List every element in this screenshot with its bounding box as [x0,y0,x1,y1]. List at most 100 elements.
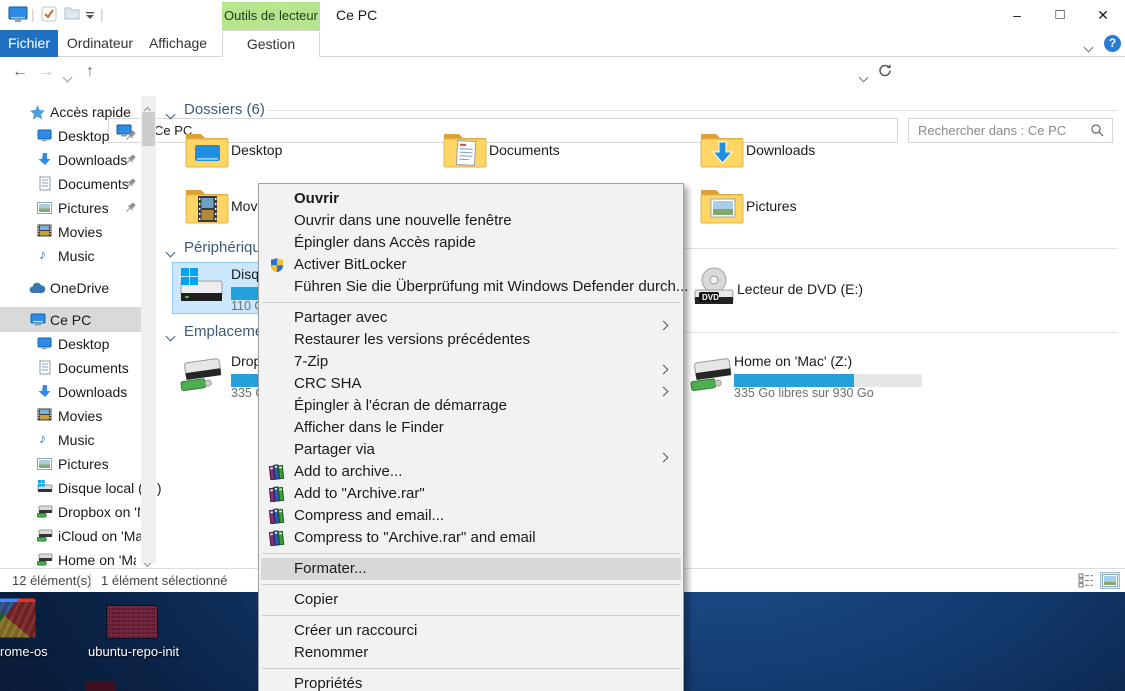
group-collapse-icon[interactable] [165,327,176,345]
folder-tile-downloads[interactable]: Downloads [695,128,945,174]
maximize-button[interactable]: □ [1038,0,1082,30]
minimize-button[interactable]: – [995,0,1039,30]
desktop-icon-ubuntu-repo-init[interactable]: ubuntu-repo-init [88,600,179,660]
sidebar-item-movies-pc[interactable]: Movies [0,404,140,428]
scrollbar-thumb[interactable] [142,112,155,146]
local-disk-icon [178,267,224,314]
desktop-icon-chrome-os[interactable]: rome-os [0,598,48,659]
menu-item-epingler-acces-rapide[interactable]: Épingler dans Accès rapide [261,232,681,254]
menu-separator [262,615,680,616]
refresh-icon[interactable] [878,63,892,83]
group-collapse-icon[interactable] [165,243,176,261]
menu-item-crc-sha[interactable]: CRC SHA [261,373,681,397]
sidebar-item-desktop-pc[interactable]: Desktop [0,332,140,356]
forward-icon[interactable]: → [38,63,54,81]
dvd-drive-icon: DVD [691,266,737,315]
drive-tile-dvd[interactable]: DVD Lecteur de DVD (E:) [686,263,936,313]
menu-item-ouvrir-nouvelle-fenetre[interactable]: Ouvrir dans une nouvelle fenêtre [261,210,681,232]
sidebar-item-local-disk-c[interactable]: Disque local (C:) [0,476,161,500]
up-icon[interactable]: ↑ [86,63,94,81]
sidebar-item-pictures[interactable]: Pictures [0,196,140,220]
close-button[interactable]: ✕ [1081,0,1125,30]
sidebar-item-pictures-pc[interactable]: Pictures [0,452,140,476]
qat-separator: | [100,6,104,22]
menu-item-renommer[interactable]: Renommer [261,642,681,664]
menu-item-partager-via[interactable]: Partager via [261,439,681,463]
back-icon[interactable]: ← [12,63,28,81]
menu-item-compress-rar-email[interactable]: Compress to "Archive.rar" and email [261,527,681,549]
menu-item-activer-bitlocker[interactable]: Activer BitLocker [261,254,681,276]
sidebar-item-ce-pc[interactable]: Ce PC [0,307,141,332]
sidebar-item-desktop[interactable]: Desktop [0,124,140,148]
tab-ordinateur[interactable]: Ordinateur [62,30,138,57]
expand-ribbon-icon[interactable] [1083,38,1094,56]
menu-item-formater[interactable]: Formater... [261,558,681,580]
address-dropdown-icon[interactable] [858,68,869,86]
qat-new-folder-button[interactable] [64,6,80,26]
sidebar-item-dropbox-drive[interactable]: Dropbox on 'Ma [0,500,140,524]
folder-tile-documents[interactable]: Documents [438,128,688,174]
menu-item-creer-raccourci[interactable]: Créer un raccourci [261,620,681,642]
pin-icon [124,201,137,217]
pictures-folder-icon [700,186,744,231]
drive-tile-home-mac[interactable]: Home on 'Mac' (Z:) 335 Go libres sur 930… [683,349,933,401]
folder-tile-pictures[interactable]: Pictures [695,184,945,230]
help-icon[interactable]: ? [1104,35,1121,52]
documents-folder-icon [443,130,487,175]
details-view-button[interactable] [1078,573,1094,591]
sidebar-item-quick-access[interactable]: Accès rapide [0,100,140,124]
uac-shield-icon [269,257,285,273]
menu-item-compress-email[interactable]: Compress and email... [261,505,681,527]
menu-item-partager-avec[interactable]: Partager avec [261,307,681,331]
desktop-icon [37,129,52,145]
music-icon: ♪ [39,430,46,446]
menu-item-add-to-archive[interactable]: Add to archive... [261,461,681,483]
sidebar-item-music[interactable]: ♪ Music [0,244,140,268]
menu-item-epingler-ecran-demarrage[interactable]: Épingler à l'écran de démarrage [261,395,681,417]
menu-item-add-to-archive-rar[interactable]: Add to "Archive.rar" [261,483,681,505]
menu-item-proprietes[interactable]: Propriétés [261,673,681,691]
menu-item-copier[interactable]: Copier [261,589,681,611]
sidebar-item-downloads[interactable]: Downloads [0,148,140,172]
context-menu: Ouvrir Ouvrir dans une nouvelle fenêtre … [258,183,688,691]
network-drive-icon [36,505,53,521]
recent-locations-icon[interactable] [62,68,73,86]
menu-item-ouvrir[interactable]: Ouvrir [261,188,681,210]
sidebar-item-onedrive[interactable]: OneDrive [0,276,140,300]
sidebar-item-documents-pc[interactable]: Documents [0,356,140,380]
sidebar-scrollbar[interactable] [141,96,156,568]
sidebar-item-movies[interactable]: Movies [0,220,140,244]
sidebar-item-downloads-pc[interactable]: Downloads [0,380,140,404]
menu-item-afficher-finder[interactable]: Afficher dans le Finder [261,417,681,439]
search-icon[interactable] [1090,123,1104,142]
tab-fichier[interactable]: Fichier [0,30,58,57]
menu-item-7zip[interactable]: 7-Zip [261,351,681,375]
group-header-line [268,110,1118,111]
desktop-folder-icon [185,130,229,175]
pin-icon [124,153,137,169]
window-title: Ce PC [336,7,378,23]
sidebar-item-documents[interactable]: Documents [0,172,140,196]
qat-properties-button[interactable] [40,5,58,28]
menu-item-windows-defender-scan[interactable]: Führen Sie die Überprüfung mit Windows D… [261,276,688,298]
downloads-icon [38,152,52,170]
pictures-icon [37,457,52,473]
selection-count: 1 élément sélectionné [101,573,228,588]
sidebar-item-music-pc[interactable]: ♪ Music [0,428,140,452]
group-header-folders[interactable]: Dossiers (6) [184,101,265,121]
menu-item-restaurer-versions[interactable]: Restaurer les versions précédentes [261,329,681,351]
group-collapse-icon[interactable] [165,105,176,123]
local-disk-icon [37,480,53,497]
title-bar: | | Outils de lecteur Ce PC – □ ✕ [0,0,1125,30]
pictures-icon [37,201,52,217]
sidebar-item-icloud-drive[interactable]: iCloud on 'Mac' [0,524,153,548]
tab-affichage[interactable]: Affichage [142,30,214,57]
computer-icon [30,313,46,329]
qat-customize-button[interactable] [85,8,95,26]
tab-gestion[interactable]: Gestion [222,30,320,57]
partial-desktop-icon [85,682,115,691]
folder-tile-desktop[interactable]: Desktop [180,128,430,174]
navigation-bar: ← → ↑ Ce PC Rechercher dans : Ce PC [0,57,1125,143]
thumbnails-view-button[interactable] [1100,572,1120,589]
winrar-icon [268,486,285,503]
